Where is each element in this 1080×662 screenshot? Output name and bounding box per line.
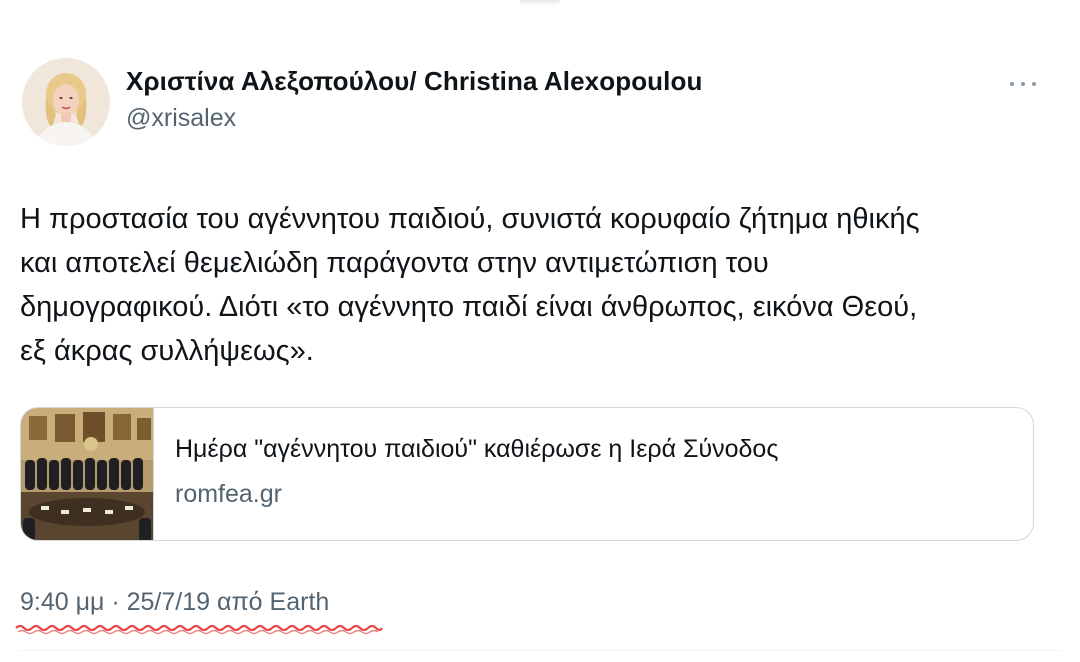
link-thumbnail-image [21,408,154,540]
avatar[interactable] [22,58,110,146]
author-handle[interactable]: @xrisalex [126,104,236,133]
tweet-text-line: εξ άκρας συλλήψεως». [20,335,314,367]
screen-edge-artifact [520,0,560,6]
tweet-text-line: και αποτελεί θεμελιώδη παράγοντα στην αν… [20,247,769,279]
link-card-title[interactable]: Ημέρα "αγέννητου παιδιού" καθιέρωσε η Ιε… [175,435,778,464]
more-horizontal-icon[interactable] [1010,78,1036,90]
link-preview-card[interactable]: Ημέρα "αγέννητου παιδιού" καθιέρωσε η Ιε… [20,407,1034,541]
tweet-text-line: Η προστασία του αγέννητου παιδιού, συνισ… [20,203,920,235]
author-display-name[interactable]: Χριστίνα Αλεξοπούλου/ Christina Alexopou… [126,66,702,97]
more-dot [1021,82,1025,86]
divider [20,650,1060,651]
link-card-domain: romfea.gr [175,480,282,508]
tweet-text: Η προστασία του αγέννητου παιδιού, συνισ… [20,197,1060,373]
more-dot [1010,82,1014,86]
avatar-portrait-image [22,58,110,146]
red-wavy-underline [15,624,383,635]
tweet-text-line: δημογραφικού. Διότι «το αγέννητο παιδί ε… [20,291,918,323]
tweet-timestamp[interactable]: 9:40 μμ · 25/7/19 από Earth [20,588,329,617]
more-dot [1032,82,1036,86]
